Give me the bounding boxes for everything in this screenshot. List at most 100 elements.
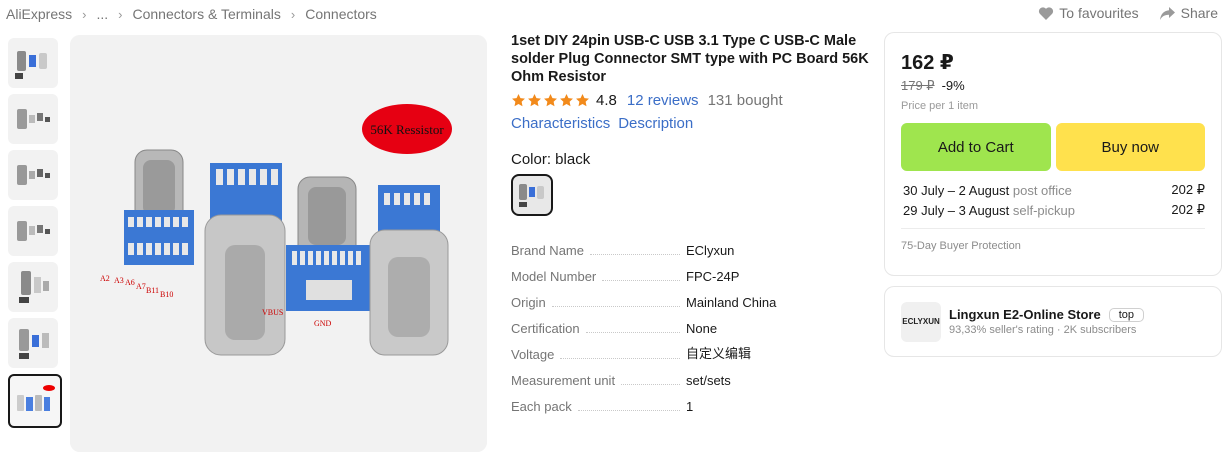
pin-label-a3: A3 bbox=[114, 276, 124, 285]
pin-label-b10: B10 bbox=[160, 290, 173, 299]
delivery-dates: 30 July – 2 August bbox=[903, 182, 1010, 198]
thumbnail-4[interactable] bbox=[8, 206, 58, 256]
spec-key: Certification bbox=[511, 321, 580, 336]
section-links: Characteristics Description bbox=[511, 115, 871, 132]
product-title: 1set DIY 24pin USB-C USB 3.1 Type C USB-… bbox=[511, 33, 869, 85]
pin-label-b11: B11 bbox=[146, 286, 159, 295]
color-label: Color: black bbox=[511, 151, 591, 168]
delivery-dates: 29 July – 3 August bbox=[903, 202, 1010, 218]
spec-key: Each pack bbox=[511, 399, 572, 414]
star-icon bbox=[544, 93, 557, 107]
rating-stars bbox=[511, 93, 590, 108]
thumbnail-6[interactable] bbox=[8, 318, 58, 368]
spec-value: 自定义编辑 bbox=[686, 346, 752, 361]
thumbnail-7[interactable] bbox=[8, 374, 62, 428]
description-link[interactable]: Description bbox=[618, 115, 693, 132]
chevron-right-icon: › bbox=[118, 6, 123, 22]
breadcrumb-aliexpress[interactable]: AliExpress bbox=[6, 6, 72, 22]
star-icon bbox=[560, 93, 573, 107]
pin-label-a2: A2 bbox=[100, 274, 110, 283]
purchase-buttons: Add to Cart Buy now bbox=[901, 123, 1205, 171]
star-icon bbox=[512, 93, 525, 107]
spec-row: Certification None bbox=[511, 310, 871, 336]
spec-key: Brand Name bbox=[511, 243, 584, 258]
chevron-right-icon: › bbox=[82, 6, 87, 22]
spec-key: Model Number bbox=[511, 269, 597, 284]
divider bbox=[901, 228, 1205, 229]
rating-value: 4.8 bbox=[596, 92, 617, 109]
store-name-row: Lingxun E2-Online Store top bbox=[949, 307, 1144, 322]
store-card[interactable]: ECLYXUN Lingxun E2-Online Store top 93,3… bbox=[884, 286, 1222, 357]
subscriber-count: 2K subscribers bbox=[1063, 324, 1137, 336]
discount-badge: -9% bbox=[941, 78, 965, 93]
share-button[interactable]: Share bbox=[1159, 5, 1218, 21]
thumbnail-3[interactable] bbox=[8, 150, 58, 200]
delivery-price: 202 ₽ bbox=[1171, 182, 1205, 197]
delivery-options: 30 July – 2 August post office 202 ₽ 29 … bbox=[901, 180, 1205, 220]
thumbnail-strip bbox=[8, 38, 62, 434]
reviews-link[interactable]: 12 reviews bbox=[627, 92, 699, 109]
meta-separator: · bbox=[1056, 324, 1061, 336]
top-seller-badge: top bbox=[1108, 307, 1144, 322]
buy-now-button[interactable]: Buy now bbox=[1055, 123, 1205, 171]
spec-value: 1 bbox=[686, 399, 694, 414]
spec-row: Measurement unit set/sets bbox=[511, 362, 871, 388]
old-price-row: 179 ₽ -9% bbox=[901, 78, 1205, 94]
share-icon bbox=[1159, 6, 1176, 21]
star-icon bbox=[576, 93, 589, 107]
thumbnail-2[interactable] bbox=[8, 94, 58, 144]
rating-row: 4.8 12 reviews 131 bought bbox=[511, 92, 871, 109]
buyer-protection[interactable]: 75-Day Buyer Protection bbox=[901, 240, 1205, 252]
spec-row: Model Number FPC-24P bbox=[511, 258, 871, 284]
favourites-button[interactable]: To favourites bbox=[1038, 5, 1139, 21]
spec-row: Each pack 1 bbox=[511, 388, 871, 414]
bought-count: 131 bought bbox=[707, 92, 783, 109]
breadcrumb: AliExpress › ... › Connectors & Terminal… bbox=[6, 6, 377, 22]
delivery-option-post-office[interactable]: 30 July – 2 August post office 202 ₽ bbox=[901, 180, 1205, 200]
spec-row: Brand Name EClyxun bbox=[511, 232, 871, 258]
store-details: Lingxun E2-Online Store top 93,33% selle… bbox=[949, 307, 1144, 336]
seller-rating: 93,33% seller's rating bbox=[949, 324, 1054, 336]
characteristics-link[interactable]: Characteristics bbox=[511, 115, 610, 132]
spec-value: set/sets bbox=[686, 373, 731, 388]
old-price: 179 ₽ bbox=[901, 78, 935, 93]
current-price: 162 ₽ bbox=[901, 52, 954, 74]
thumbnail-1[interactable] bbox=[8, 38, 58, 88]
favourites-label: To favourites bbox=[1059, 5, 1139, 21]
vbus-label: VBUS bbox=[262, 308, 283, 317]
product-info: 1set DIY 24pin USB-C USB 3.1 Type C USB-… bbox=[511, 32, 871, 414]
top-actions: To favourites Share bbox=[1038, 5, 1218, 21]
delivery-price: 202 ₽ bbox=[1171, 202, 1205, 217]
spec-value: FPC-24P bbox=[686, 269, 740, 284]
spec-value: Mainland China bbox=[686, 295, 777, 310]
spec-row: Voltage 自定义编辑 bbox=[511, 336, 871, 362]
buy-box: 162 ₽ 179 ₽ -9% Price per 1 item Add to … bbox=[884, 32, 1222, 276]
breadcrumb-connectors-terminals[interactable]: Connectors & Terminals bbox=[133, 6, 281, 22]
star-icon bbox=[528, 93, 541, 107]
thumbnail-5[interactable] bbox=[8, 262, 58, 312]
price-per-item: Price per 1 item bbox=[901, 100, 979, 112]
main-product-image[interactable]: 56K Ressistor A2 A3 A6 A7 B11 B10 VBUS G… bbox=[70, 35, 487, 452]
add-to-cart-button[interactable]: Add to Cart bbox=[901, 123, 1051, 171]
spec-key: Voltage bbox=[511, 347, 555, 362]
share-label: Share bbox=[1180, 5, 1218, 21]
pin-label-a7: A7 bbox=[136, 282, 146, 291]
store-meta: 93,33% seller's rating · 2K subscribers bbox=[949, 324, 1144, 336]
spec-key: Measurement unit bbox=[511, 373, 616, 388]
spec-value: EClyxun bbox=[686, 243, 735, 258]
spec-row: Origin Mainland China bbox=[511, 284, 871, 310]
delivery-method: self-pickup bbox=[1012, 202, 1076, 218]
store-logo: ECLYXUN bbox=[901, 301, 941, 342]
color-option-black[interactable] bbox=[511, 174, 553, 216]
pin-label-a6: A6 bbox=[125, 278, 135, 287]
breadcrumb-ellipsis[interactable]: ... bbox=[96, 6, 108, 22]
chevron-right-icon: › bbox=[290, 6, 296, 22]
breadcrumb-connectors[interactable]: Connectors bbox=[305, 6, 377, 22]
gnd-label: GND bbox=[314, 319, 332, 328]
delivery-method: post office bbox=[1012, 182, 1072, 198]
specs-list: Brand Name EClyxun Model Number FPC-24P Or… bbox=[511, 232, 871, 414]
heart-icon bbox=[1038, 6, 1054, 21]
spec-key: Origin bbox=[511, 295, 546, 310]
delivery-option-self-pickup[interactable]: 29 July – 3 August self-pickup 202 ₽ bbox=[901, 200, 1205, 220]
store-name[interactable]: Lingxun E2-Online Store bbox=[949, 307, 1101, 322]
